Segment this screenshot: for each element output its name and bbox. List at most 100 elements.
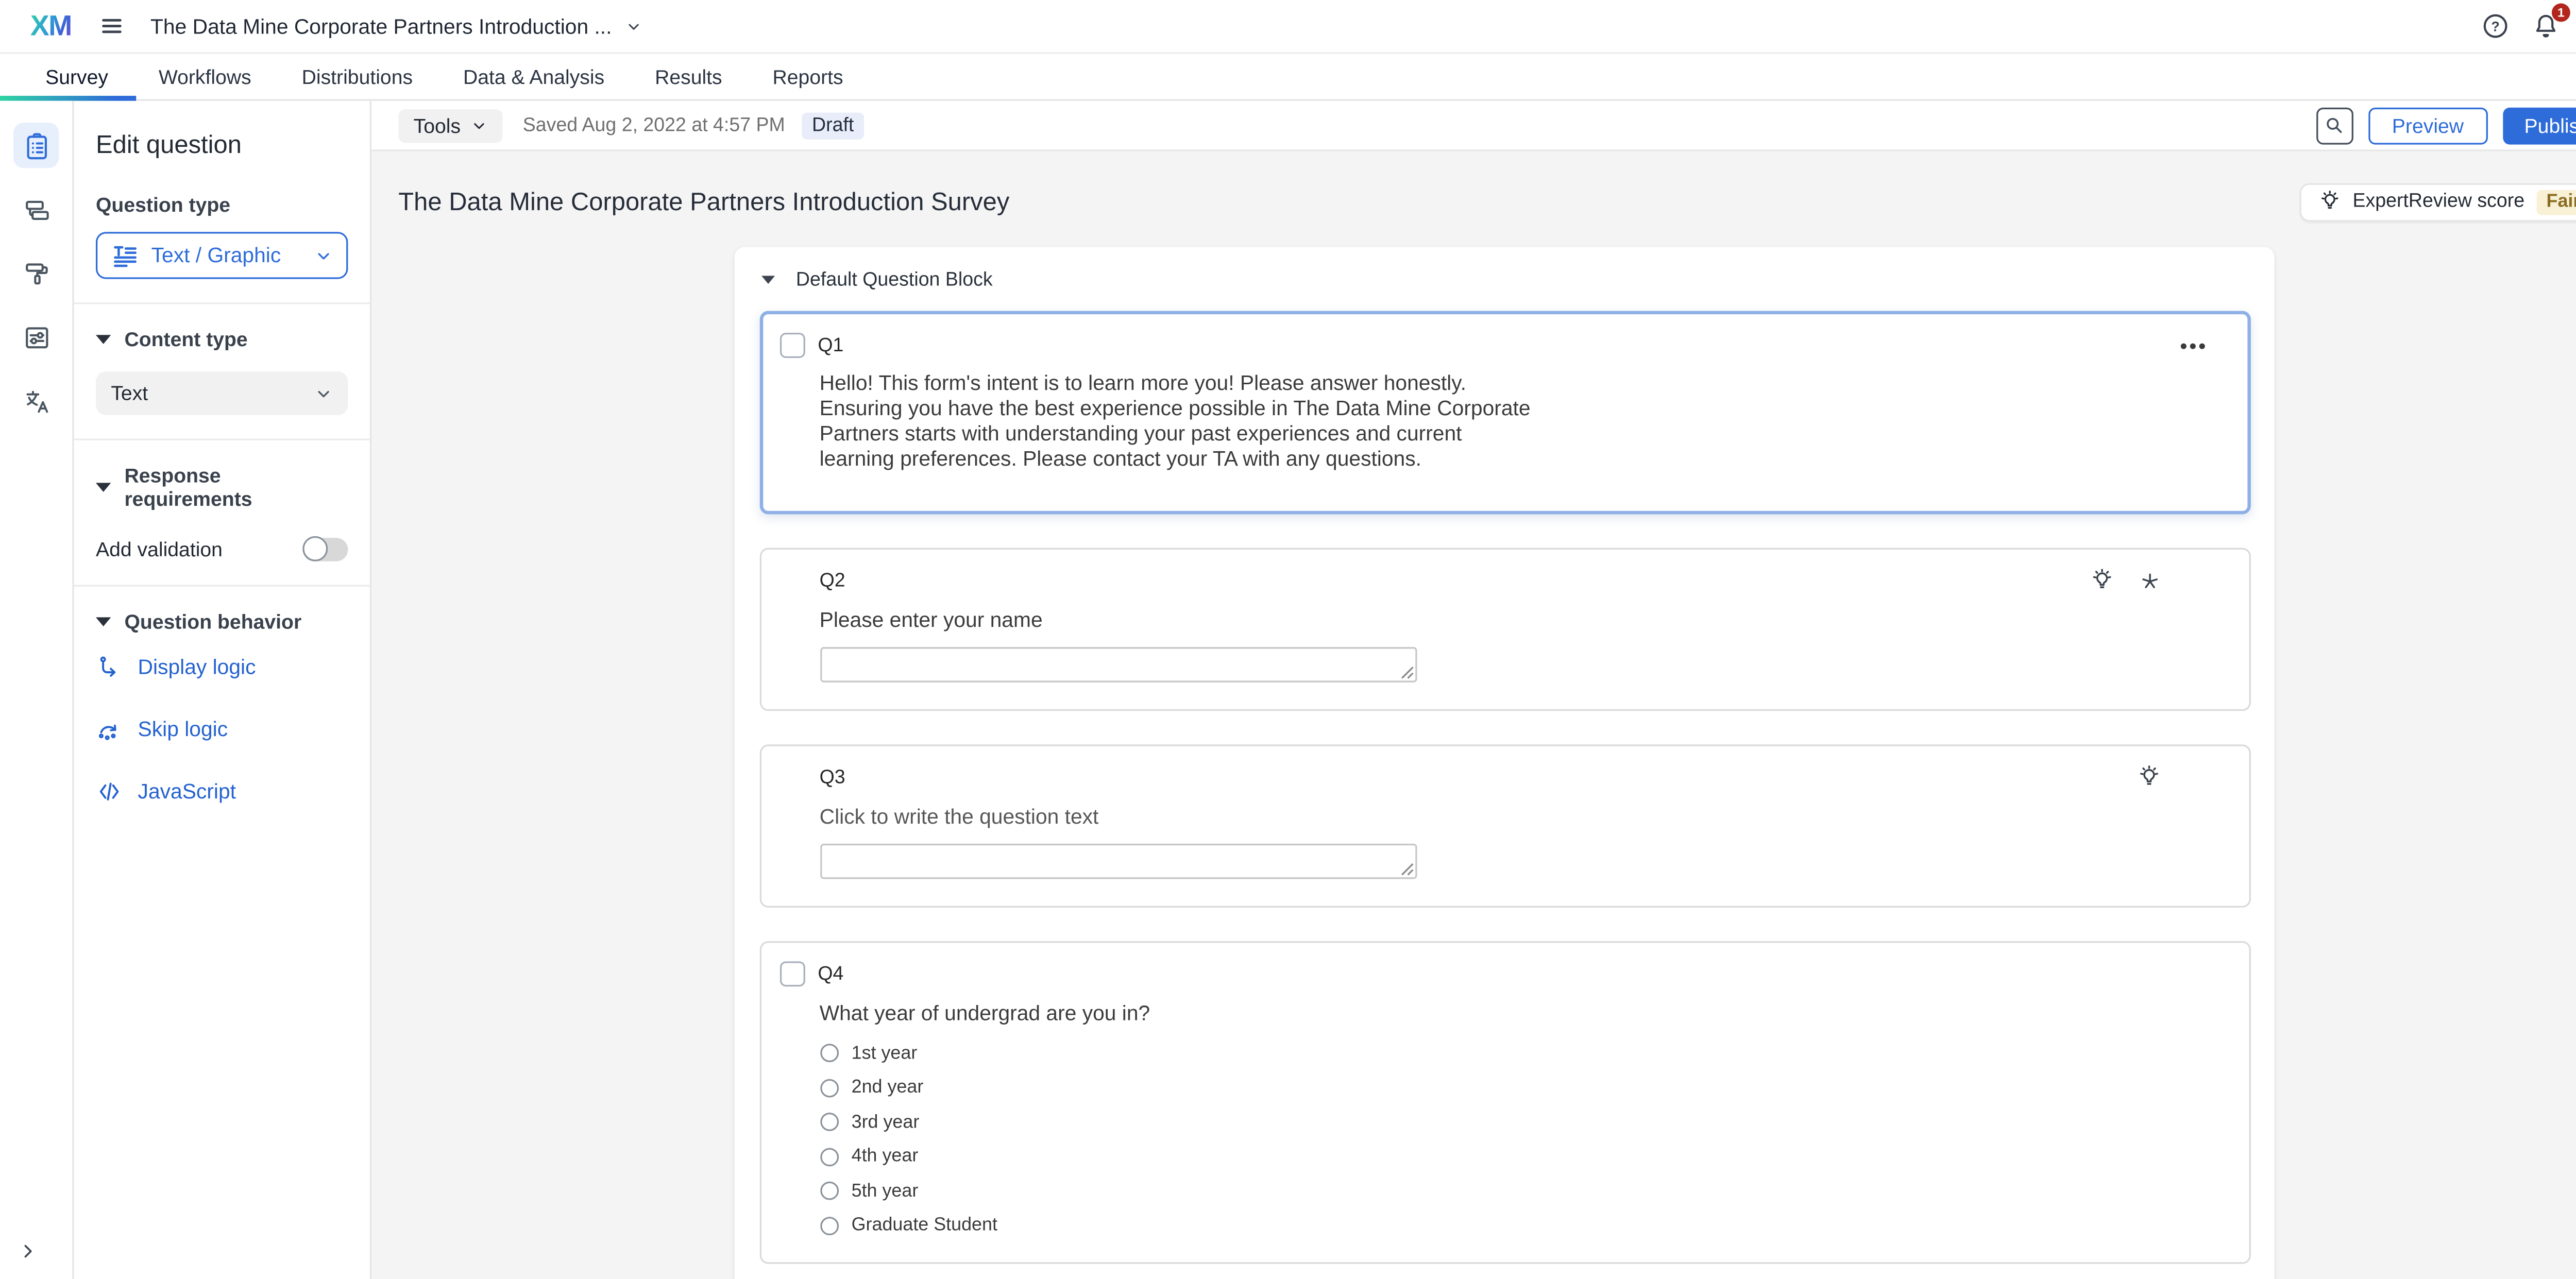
tab-survey[interactable]: Survey bbox=[20, 54, 133, 99]
survey-title: The Data Mine Corporate Partners Introdu… bbox=[398, 187, 1009, 216]
javascript-code-icon bbox=[96, 778, 123, 805]
notification-count-badge: 1 bbox=[2552, 4, 2570, 22]
look-and-feel-icon[interactable] bbox=[13, 250, 59, 296]
builder-toolbar: Tools Saved Aug 2, 2022 at 4:57 PM Draft… bbox=[371, 101, 2576, 151]
survey-canvas: The Data Mine Corporate Partners Introdu… bbox=[371, 151, 2576, 1279]
question-type-dropdown[interactable]: Text / Graphic bbox=[96, 232, 348, 279]
chevron-down-icon bbox=[471, 117, 488, 134]
panel-title: Edit question bbox=[96, 131, 348, 159]
edit-question-panel: Edit question Question type Text / Graph… bbox=[74, 101, 372, 1279]
question-id: Q4 bbox=[818, 964, 843, 984]
preview-button[interactable]: Preview bbox=[2368, 107, 2487, 144]
draft-badge: Draft bbox=[802, 112, 863, 139]
workspace: Edit question Question type Text / Graph… bbox=[0, 101, 2576, 1279]
question-text[interactable]: Hello! This form's intent is to learn mo… bbox=[820, 371, 1531, 472]
publish-button[interactable]: Publish bbox=[2502, 107, 2576, 144]
svg-text:?: ? bbox=[2492, 19, 2500, 34]
javascript-link[interactable]: JavaScript bbox=[96, 778, 236, 805]
expert-review-label: ExpertReview score bbox=[2352, 192, 2524, 212]
question-card-q2[interactable]: Q2 Please enter your name bbox=[759, 548, 2250, 711]
question-block-container: Default Question Block Q1 Hello! This fo… bbox=[734, 247, 2274, 1279]
resize-handle-icon bbox=[1399, 862, 1413, 876]
choice-row: Graduate Student bbox=[820, 1214, 2228, 1236]
question-behavior-header: Question behavior bbox=[124, 610, 301, 634]
xm-logo: XM bbox=[30, 9, 72, 43]
lightbulb-icon bbox=[2317, 190, 2341, 214]
tab-data-analysis[interactable]: Data & Analysis bbox=[438, 54, 630, 99]
expand-rail-chevron-icon[interactable] bbox=[19, 1240, 37, 1262]
qualtrics-survey-editor: XM The Data Mine Corporate Partners Intr… bbox=[0, 0, 2576, 1279]
current-survey-name: The Data Mine Corporate Partners Introdu… bbox=[150, 14, 612, 38]
survey-builder-icon[interactable] bbox=[13, 123, 59, 168]
question-checkbox[interactable] bbox=[779, 333, 804, 358]
choice-list: 1st year 2nd year 3rd year bbox=[820, 1042, 2228, 1236]
tab-results[interactable]: Results bbox=[630, 54, 747, 99]
chevron-down-icon bbox=[314, 246, 333, 265]
tools-dropdown[interactable]: Tools bbox=[398, 108, 502, 142]
tab-reports[interactable]: Reports bbox=[748, 54, 869, 99]
content-type-dropdown[interactable]: Text bbox=[96, 371, 348, 415]
question-menu-ellipsis-icon[interactable] bbox=[2176, 338, 2208, 352]
survey-builder-main: Tools Saved Aug 2, 2022 at 4:57 PM Draft… bbox=[371, 101, 2576, 1279]
question-text[interactable]: Please enter your name bbox=[820, 608, 2228, 632]
add-validation-label: Add validation bbox=[96, 538, 223, 561]
choice-row: 2nd year bbox=[820, 1077, 2228, 1098]
notifications-bell-icon[interactable]: 1 bbox=[2532, 12, 2560, 40]
radio-button[interactable] bbox=[820, 1182, 838, 1200]
top-bar: XM The Data Mine Corporate Partners Intr… bbox=[0, 0, 2576, 52]
survey-options-icon[interactable] bbox=[13, 314, 59, 360]
content-type-collapse-icon[interactable] bbox=[96, 334, 111, 345]
topbar-actions: ? 1 N bbox=[2481, 11, 2576, 41]
choice-row: 3rd year bbox=[820, 1111, 2228, 1133]
skip-logic-icon bbox=[96, 716, 123, 743]
expert-review-lightbulb-icon[interactable] bbox=[2136, 765, 2161, 790]
block-collapse-icon[interactable] bbox=[760, 276, 774, 284]
question-id: Q2 bbox=[820, 571, 845, 591]
skip-logic-link[interactable]: Skip logic bbox=[96, 716, 228, 743]
display-logic-link[interactable]: Display logic bbox=[96, 654, 256, 680]
question-type-label: Question type bbox=[96, 193, 348, 217]
tab-workflows[interactable]: Workflows bbox=[133, 54, 277, 99]
survey-switcher-chevron-icon[interactable] bbox=[625, 18, 642, 35]
expert-review-pill[interactable]: ExpertReview score Fair bbox=[2299, 182, 2576, 221]
required-asterisk-icon bbox=[2138, 569, 2161, 592]
question-card-q3[interactable]: Q3 Click to write the question text bbox=[759, 744, 2250, 907]
resize-handle-icon bbox=[1399, 666, 1413, 679]
help-icon[interactable]: ? bbox=[2481, 12, 2510, 40]
primary-nav-tabs: Survey Workflows Distributions Data & An… bbox=[0, 52, 2576, 101]
short-text-input[interactable] bbox=[820, 647, 1416, 683]
survey-flow-icon[interactable] bbox=[13, 186, 59, 232]
content-type-value: Text bbox=[111, 382, 148, 405]
question-card-q4[interactable]: Q4 What year of undergrad are you in? 1s… bbox=[759, 941, 2250, 1264]
question-text[interactable]: What year of undergrad are you in? bbox=[820, 1002, 2228, 1026]
expert-review-lightbulb-icon[interactable] bbox=[2089, 568, 2114, 593]
hamburger-menu-icon[interactable] bbox=[98, 13, 124, 39]
question-checkbox[interactable] bbox=[779, 961, 804, 986]
choice-row: 4th year bbox=[820, 1146, 2228, 1167]
response-requirements-collapse-icon[interactable] bbox=[96, 482, 111, 492]
question-text[interactable]: Click to write the question text bbox=[820, 805, 2228, 829]
question-card-q1[interactable]: Q1 Hello! This form's intent is to learn… bbox=[759, 311, 2250, 515]
question-id: Q3 bbox=[820, 767, 845, 787]
radio-button[interactable] bbox=[820, 1147, 838, 1166]
choice-row: 1st year bbox=[820, 1042, 2228, 1064]
radio-button[interactable] bbox=[820, 1113, 838, 1131]
content-type-header: Content type bbox=[124, 328, 247, 351]
display-logic-icon bbox=[96, 654, 123, 680]
short-text-input[interactable] bbox=[820, 844, 1416, 879]
expert-review-score-badge: Fair bbox=[2536, 189, 2576, 214]
radio-button[interactable] bbox=[820, 1044, 838, 1062]
block-title: Default Question Block bbox=[796, 270, 993, 290]
tab-distributions[interactable]: Distributions bbox=[277, 54, 438, 99]
search-icon[interactable] bbox=[2316, 107, 2353, 144]
radio-button[interactable] bbox=[820, 1078, 838, 1097]
radio-button[interactable] bbox=[820, 1216, 838, 1235]
translations-icon[interactable] bbox=[13, 378, 59, 423]
left-icon-rail bbox=[0, 101, 74, 1279]
question-behavior-collapse-icon[interactable] bbox=[96, 617, 111, 627]
add-validation-toggle[interactable] bbox=[302, 538, 348, 561]
choice-row: 5th year bbox=[820, 1180, 2228, 1201]
response-requirements-header: Response requirements bbox=[124, 464, 348, 511]
text-graphic-icon bbox=[111, 241, 139, 269]
question-type-value: Text / Graphic bbox=[151, 244, 281, 267]
